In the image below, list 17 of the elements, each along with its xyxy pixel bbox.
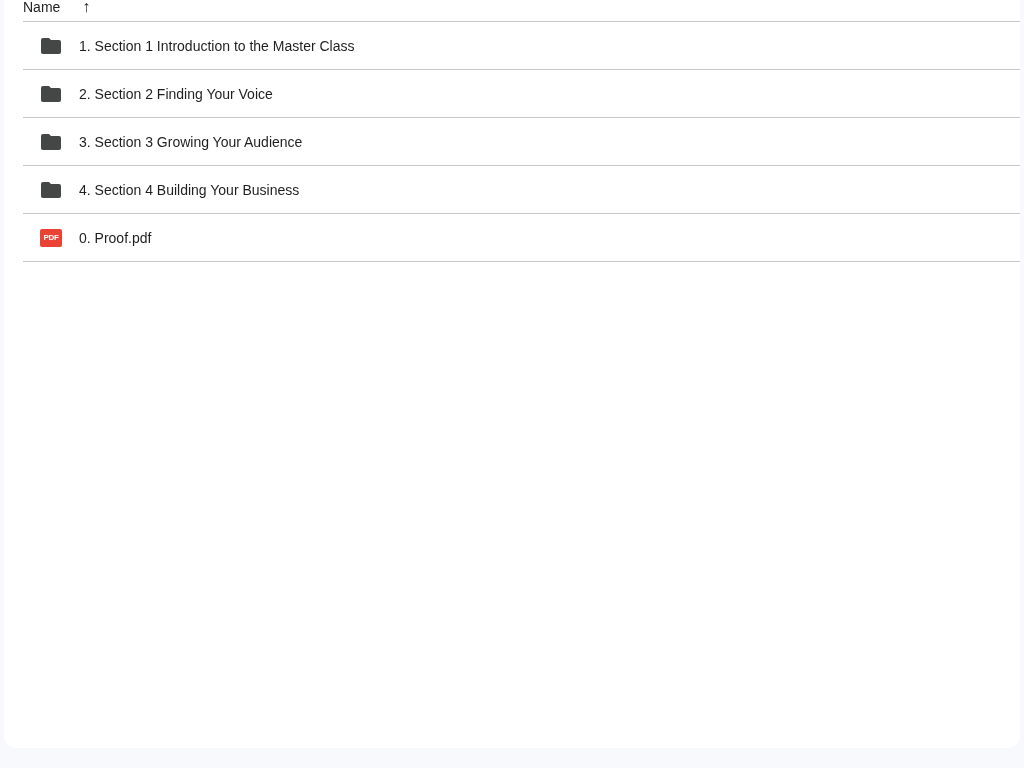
file-name: 1. Section 1 Introduction to the Master Class [79, 37, 355, 54]
file-name: 2. Section 2 Finding Your Voice [79, 85, 273, 102]
folder-icon [41, 181, 61, 198]
pdf-icon: PDF [40, 228, 62, 247]
folder-icon [41, 133, 61, 150]
file-row[interactable]: PDF 0. Proof.pdf [23, 214, 1020, 262]
file-row[interactable]: 2. Section 2 Finding Your Voice [23, 70, 1020, 118]
file-row[interactable]: 1. Section 1 Introduction to the Master Class [23, 22, 1020, 70]
file-row[interactable]: 3. Section 3 Growing Your Audience [23, 118, 1020, 166]
file-row[interactable]: 4. Section 4 Building Your Business [23, 166, 1020, 214]
file-name: 4. Section 4 Building Your Business [79, 181, 300, 198]
file-name: 3. Section 3 Growing Your Audience [79, 133, 303, 150]
sort-ascending-button[interactable]: ↑ [82, 0, 91, 18]
folder-icon [41, 37, 61, 54]
name-column-header[interactable]: Name [23, 0, 61, 18]
folder-icon [41, 85, 61, 102]
file-name: 0. Proof.pdf [79, 229, 152, 246]
